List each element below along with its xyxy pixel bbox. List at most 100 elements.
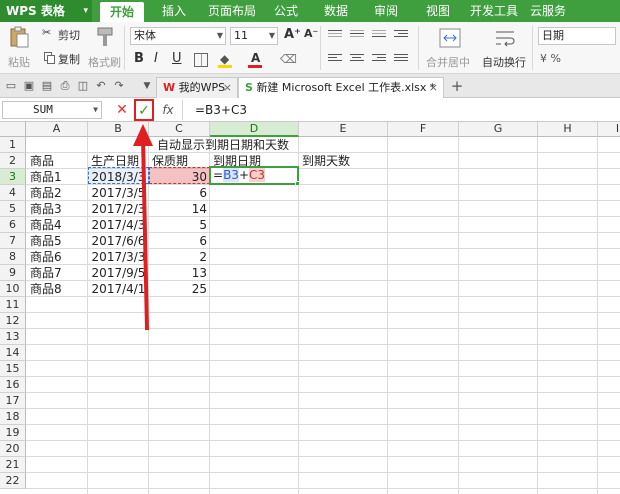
header-cell-b2[interactable]: 生产日期 [88, 153, 158, 169]
row-header-2[interactable]: 2 [0, 153, 26, 169]
fill-color-button[interactable]: ◆ [218, 52, 234, 68]
open-icon[interactable]: ▤ [40, 79, 54, 93]
cell-a6[interactable]: 商品4 [27, 217, 87, 233]
row-header-21[interactable]: 21 [0, 457, 26, 473]
align-left-button[interactable] [328, 54, 342, 64]
new-file-icon[interactable]: ▭ [4, 79, 18, 93]
cell-b7[interactable]: 2017/6/6 [88, 233, 149, 249]
tab-view[interactable]: 视图 [418, 0, 458, 22]
cell-b6[interactable]: 2017/4/3 [88, 217, 149, 233]
tab-home[interactable]: 开始 [100, 2, 144, 22]
cell-b3[interactable]: 2018/3/3 [88, 169, 149, 185]
cell-b10[interactable]: 2017/4/1 [88, 281, 149, 297]
row-header-12[interactable]: 12 [0, 313, 26, 329]
active-cell-d3-editor[interactable]: =B3+C3 [209, 166, 299, 185]
column-header-e[interactable]: E [299, 122, 388, 137]
select-all-corner[interactable] [0, 122, 26, 137]
cell-a10[interactable]: 商品8 [27, 281, 87, 297]
tab-cloud-services[interactable]: 云服务 [526, 0, 570, 22]
row-header-17[interactable]: 17 [0, 393, 26, 409]
row-header-11[interactable]: 11 [0, 297, 26, 313]
tab-page-layout[interactable]: 页面布局 [202, 0, 262, 22]
font-shrink-button[interactable]: A⁻ [304, 27, 318, 40]
tab-insert[interactable]: 插入 [156, 0, 192, 22]
title-cell[interactable]: 自动显示到期日期和天数 [88, 137, 358, 153]
formula-input[interactable]: =B3+C3 [182, 100, 618, 120]
indent-button[interactable] [394, 30, 408, 40]
row-header-1[interactable]: 1 [0, 137, 26, 153]
tab-document[interactable]: S 新建 Microsoft Excel 工作表.xlsx * × [238, 77, 444, 98]
format-painter-button[interactable]: 格式刷 [88, 24, 122, 72]
underline-button[interactable]: U [172, 51, 182, 66]
save-icon[interactable]: ▣ [22, 79, 36, 93]
column-header-c[interactable]: C [149, 122, 210, 137]
column-header-f[interactable]: F [388, 122, 459, 137]
cell-b4[interactable]: 2017/3/5 [88, 185, 149, 201]
cell-a7[interactable]: 商品5 [27, 233, 87, 249]
cell-a4[interactable]: 商品2 [27, 185, 87, 201]
name-box[interactable]: SUM ▼ [2, 101, 102, 119]
align-top-button[interactable] [328, 30, 342, 40]
font-size-select[interactable]: 11 ▼ [230, 27, 278, 45]
cell-a8[interactable]: 商品6 [27, 249, 87, 265]
align-center-button[interactable] [350, 54, 364, 64]
font-name-select[interactable]: 宋体 ▼ [130, 27, 226, 45]
column-header-b[interactable]: B [88, 122, 149, 137]
cell-c4[interactable]: 6 [149, 185, 210, 201]
insert-function-button[interactable]: fx [158, 101, 178, 119]
cut-button[interactable]: ✂ 剪切 [42, 26, 86, 42]
cell-c5[interactable]: 14 [149, 201, 210, 217]
redo-icon[interactable]: ↷ [112, 79, 126, 93]
header-cell-e2[interactable]: 到期天数 [299, 153, 387, 169]
column-header-i[interactable]: I [598, 122, 620, 137]
header-cell-c2[interactable]: 保质期 [149, 153, 209, 169]
borders-button[interactable] [194, 53, 208, 67]
copy-button[interactable]: 复制 [42, 50, 86, 66]
spreadsheet-grid[interactable]: ABCDEFGHI 1 2 3 4 5 6 7 8 9 10 11 12 13 14 15 16 17 18 19 2… [0, 122, 620, 494]
cell-c9[interactable]: 13 [149, 265, 210, 281]
row-header-15[interactable]: 15 [0, 361, 26, 377]
bold-button[interactable]: B [134, 51, 144, 66]
row-header-20[interactable]: 20 [0, 441, 26, 457]
align-bottom-button[interactable] [372, 30, 386, 40]
cell-c7[interactable]: 6 [149, 233, 210, 249]
align-right-button[interactable] [372, 54, 386, 64]
undo-icon[interactable]: ↶ [94, 79, 108, 93]
preview-icon[interactable]: ◫ [76, 79, 90, 93]
close-icon[interactable]: × [429, 78, 438, 98]
cell-a3[interactable]: 商品1 [27, 169, 87, 185]
tab-data[interactable]: 数据 [316, 0, 356, 22]
enter-formula-button[interactable]: ✓ [134, 99, 154, 121]
row-header-6[interactable]: 6 [0, 217, 26, 233]
column-header-d[interactable]: D [210, 122, 299, 137]
header-cell-a2[interactable]: 商品 [27, 153, 87, 169]
cell-a5[interactable]: 商品3 [27, 201, 87, 217]
font-grow-button[interactable]: A⁺ [284, 27, 301, 42]
column-header-g[interactable]: G [459, 122, 538, 137]
merge-center-button[interactable]: 合并居中 [424, 24, 476, 72]
tab-formulas[interactable]: 公式 [268, 0, 304, 22]
row-header-9[interactable]: 9 [0, 265, 26, 281]
row-header-4[interactable]: 4 [0, 185, 26, 201]
fill-handle[interactable] [295, 181, 300, 186]
print-icon[interactable]: ⎙ [58, 79, 72, 93]
row-header-16[interactable]: 16 [0, 377, 26, 393]
align-middle-button[interactable] [350, 30, 364, 40]
cell-c3[interactable]: 30 [149, 169, 210, 185]
row-header-7[interactable]: 7 [0, 233, 26, 249]
close-icon[interactable]: × [223, 78, 232, 98]
cell-c10[interactable]: 25 [149, 281, 210, 297]
row-header-8[interactable]: 8 [0, 249, 26, 265]
tab-review[interactable]: 审阅 [366, 0, 406, 22]
row-header-18[interactable]: 18 [0, 409, 26, 425]
new-tab-button[interactable]: + [450, 79, 464, 94]
justify-button[interactable] [394, 54, 408, 64]
row-header-13[interactable]: 13 [0, 329, 26, 345]
clear-format-button[interactable]: ⌫ [280, 52, 297, 66]
font-color-button[interactable]: A [248, 51, 264, 69]
cell-c8[interactable]: 2 [149, 249, 210, 265]
italic-button[interactable]: I [154, 51, 158, 66]
paste-button[interactable]: 粘贴 [4, 24, 34, 72]
cell-b5[interactable]: 2017/2/3 [88, 201, 149, 217]
row-header-22[interactable]: 22 [0, 473, 26, 489]
